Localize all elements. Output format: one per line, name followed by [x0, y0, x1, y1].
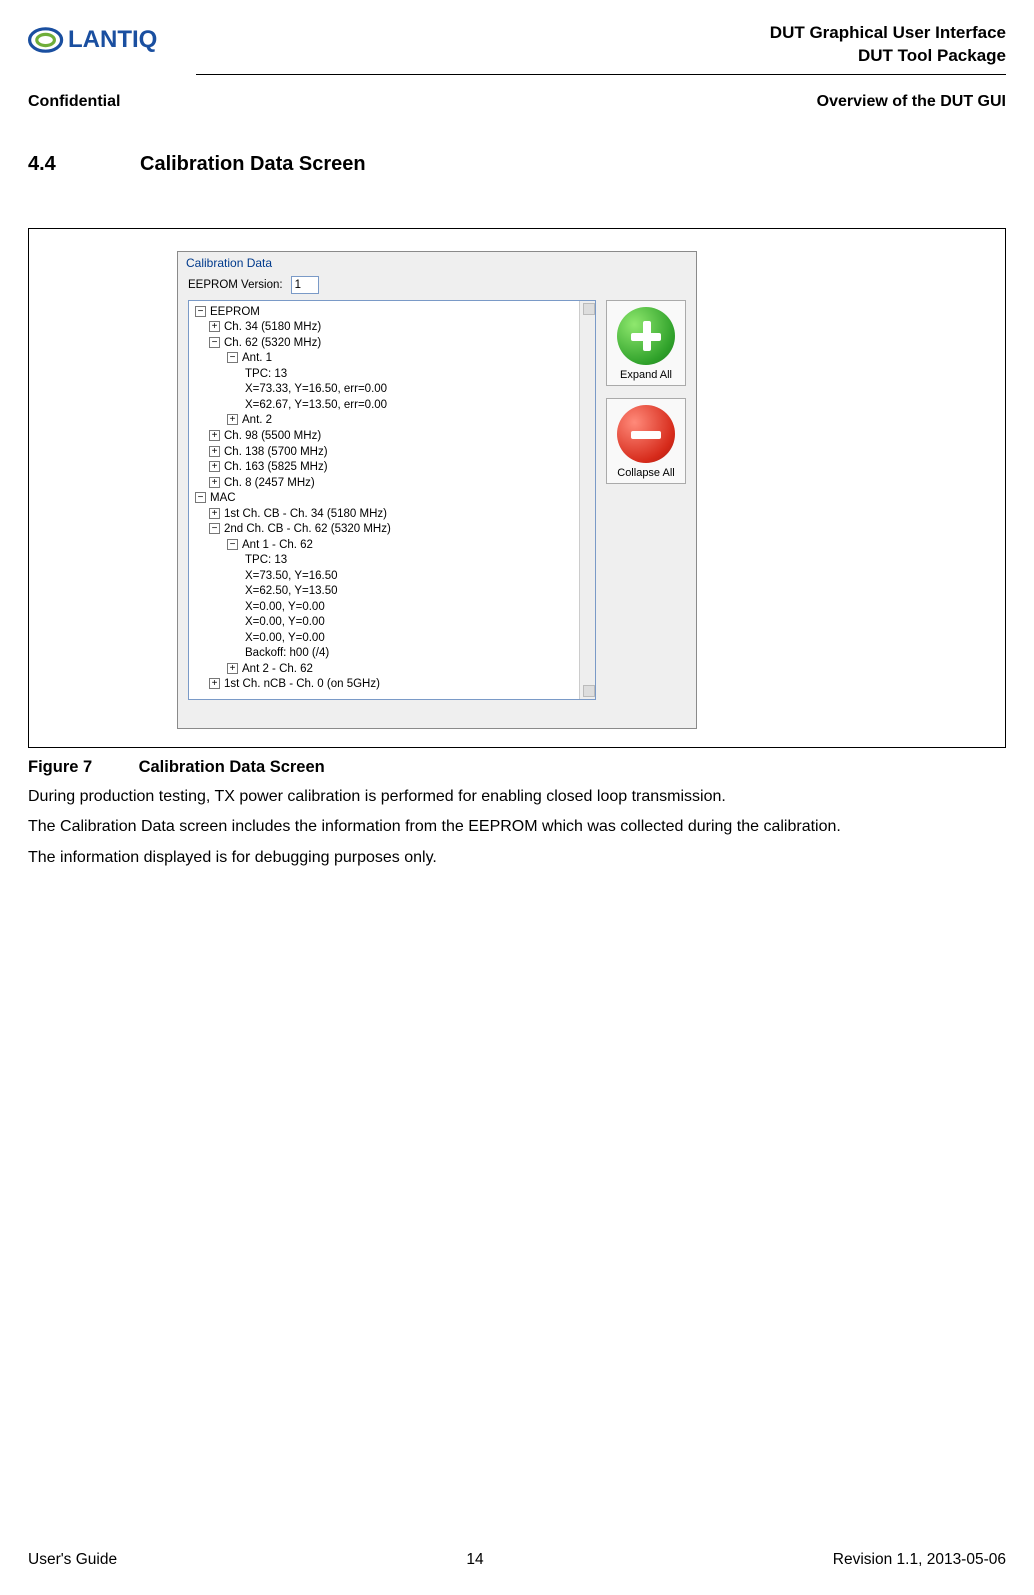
tree-node[interactable]: Ant 2 - Ch. 62: [242, 663, 313, 675]
tree-toggle-icon[interactable]: −: [227, 539, 238, 550]
tree-toggle-icon[interactable]: +: [227, 663, 238, 674]
tree-node[interactable]: Ant. 2: [242, 414, 272, 426]
doc-title-1: DUT Graphical User Interface: [770, 22, 1006, 45]
tree-toggle-icon[interactable]: −: [209, 523, 220, 534]
tree-node[interactable]: Ch. 163 (5825 MHz): [224, 461, 328, 473]
tree-toggle-icon[interactable]: +: [209, 321, 220, 332]
tree-leaf: X=0.00, Y=0.00: [245, 601, 325, 613]
minus-icon: [617, 405, 675, 463]
page-footer: User's Guide 14 Revision 1.1, 2013-05-06: [28, 1551, 1006, 1569]
tree-toggle-icon[interactable]: −: [227, 352, 238, 363]
panel-title: Calibration Data: [178, 252, 696, 274]
tree-node[interactable]: 2nd Ch. CB - Ch. 62 (5320 MHz): [224, 523, 391, 535]
section-heading: 4.4 Calibration Data Screen: [28, 153, 1006, 176]
svg-text:LANTIQ: LANTIQ: [68, 26, 157, 53]
collapse-all-label: Collapse All: [607, 467, 685, 479]
tree-toggle-icon[interactable]: +: [209, 461, 220, 472]
tree-node[interactable]: 1st Ch. CB - Ch. 34 (5180 MHz): [224, 508, 387, 520]
tree-node[interactable]: Ch. 8 (2457 MHz): [224, 477, 315, 489]
chapter-label: Overview of the DUT GUI: [817, 93, 1006, 111]
tree-leaf: X=62.50, Y=13.50: [245, 585, 338, 597]
tree-leaf: X=73.33, Y=16.50, err=0.00: [245, 383, 387, 395]
tree-leaf: X=0.00, Y=0.00: [245, 632, 325, 644]
figure-caption: Figure 7 Calibration Data Screen: [28, 758, 1006, 777]
tree-node[interactable]: Ant 1 - Ch. 62: [242, 539, 313, 551]
tree-node[interactable]: Ch. 34 (5180 MHz): [224, 321, 321, 333]
expand-all-label: Expand All: [607, 369, 685, 381]
section-number: 4.4: [28, 153, 140, 176]
tree-toggle-icon[interactable]: +: [209, 508, 220, 519]
scrollbar[interactable]: [579, 301, 595, 699]
tree-node[interactable]: Ant. 1: [242, 352, 272, 364]
tree-toggle-icon[interactable]: +: [209, 430, 220, 441]
tree-leaf: X=62.67, Y=13.50, err=0.00: [245, 399, 387, 411]
calibration-tree[interactable]: −EEPROM +Ch. 34 (5180 MHz) −Ch. 62 (5320…: [188, 300, 596, 700]
tree-node[interactable]: EEPROM: [210, 306, 260, 318]
tree-leaf: Backoff: h00 (/4): [245, 647, 329, 659]
header-bar: LANTIQ DUT Graphical User Interface DUT …: [28, 20, 1006, 68]
tree-toggle-icon[interactable]: +: [209, 446, 220, 457]
tree-node[interactable]: Ch. 138 (5700 MHz): [224, 446, 328, 458]
header-rule: [196, 74, 1006, 75]
tree-node[interactable]: 1st Ch. nCB - Ch. 0 (on 5GHz): [224, 678, 380, 690]
doc-title-block: DUT Graphical User Interface DUT Tool Pa…: [770, 20, 1006, 68]
section-title: Calibration Data Screen: [140, 153, 366, 176]
tree-node[interactable]: Ch. 62 (5320 MHz): [224, 337, 321, 349]
side-button-panel: Expand All Collapse All: [606, 300, 686, 700]
tree-toggle-icon[interactable]: −: [195, 306, 206, 317]
tree-toggle-icon[interactable]: +: [209, 477, 220, 488]
eeprom-version-row: EEPROM Version:: [178, 274, 696, 300]
tree-leaf: TPC: 13: [245, 368, 287, 380]
eeprom-version-label: EEPROM Version:: [188, 279, 283, 291]
tree-leaf: TPC: 13: [245, 554, 287, 566]
footer-left: User's Guide: [28, 1551, 117, 1569]
tree-toggle-icon[interactable]: +: [209, 678, 220, 689]
collapse-all-button[interactable]: Collapse All: [606, 398, 686, 484]
tree-node[interactable]: MAC: [210, 492, 236, 504]
page: LANTIQ DUT Graphical User Interface DUT …: [0, 0, 1034, 1595]
figure-title: Calibration Data Screen: [139, 758, 325, 776]
plus-icon: [617, 307, 675, 365]
tree-toggle-icon[interactable]: −: [209, 337, 220, 348]
paragraph-2: The Calibration Data screen includes the…: [28, 817, 1006, 837]
tree-leaf: X=73.50, Y=16.50: [245, 570, 338, 582]
expand-all-button[interactable]: Expand All: [606, 300, 686, 386]
footer-page-number: 14: [466, 1551, 483, 1569]
figure-label: Figure 7: [28, 758, 134, 777]
figure-frame: Calibration Data EEPROM Version: −EEPROM…: [28, 228, 1006, 748]
tree-leaf: X=0.00, Y=0.00: [245, 616, 325, 628]
tree-toggle-icon[interactable]: −: [195, 492, 206, 503]
paragraph-1: During production testing, TX power cali…: [28, 787, 1006, 807]
app-window: Calibration Data EEPROM Version: −EEPROM…: [177, 251, 697, 729]
eeprom-version-input[interactable]: [291, 276, 319, 294]
doc-title-2: DUT Tool Package: [770, 45, 1006, 68]
logo: LANTIQ: [28, 20, 188, 65]
sub-header: Confidential Overview of the DUT GUI: [28, 93, 1006, 111]
tree-toggle-icon[interactable]: +: [227, 414, 238, 425]
tree-node[interactable]: Ch. 98 (5500 MHz): [224, 430, 321, 442]
confidential-label: Confidential: [28, 93, 120, 111]
paragraph-3: The information displayed is for debuggi…: [28, 848, 1006, 868]
footer-right: Revision 1.1, 2013-05-06: [833, 1551, 1006, 1569]
